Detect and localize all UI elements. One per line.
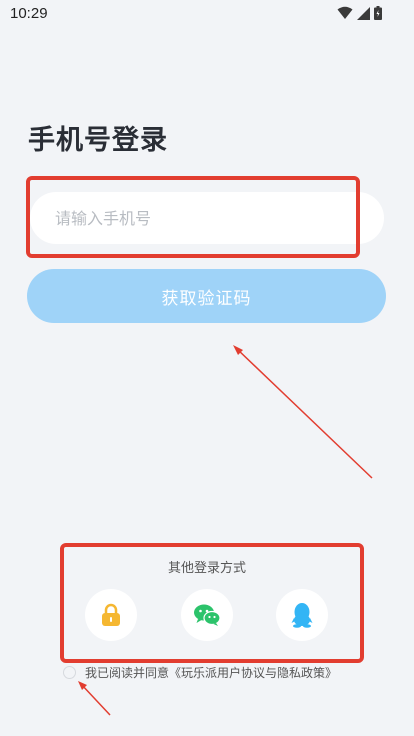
lock-icon	[102, 603, 120, 626]
other-login-title: 其他登录方式	[167, 561, 246, 576]
annotation-arrowhead-lower	[78, 681, 87, 690]
qq-login-button[interactable]	[276, 589, 328, 641]
annotation-arrow-upper	[235, 347, 373, 479]
wechat-login-button[interactable]	[181, 589, 233, 641]
status-bar: 10:29	[0, 0, 414, 28]
signal-icon	[357, 6, 370, 20]
annotation-arrowhead-upper	[233, 345, 243, 355]
lock-login-button[interactable]	[85, 589, 137, 641]
status-icons	[337, 6, 382, 20]
get-code-button[interactable]: 获取验证码	[27, 269, 386, 323]
wifi-icon	[337, 6, 353, 19]
agreement-text[interactable]: 我已阅读并同意《玩乐派用户协议与隐私政策》	[85, 664, 337, 681]
status-time: 10:29	[10, 5, 48, 22]
wechat-icon	[194, 604, 221, 626]
page-title: 手机号登录	[28, 125, 168, 156]
phone-input[interactable]	[30, 192, 384, 244]
qq-icon	[291, 603, 313, 628]
battery-icon	[374, 6, 382, 20]
annotation-arrow-lower	[80, 683, 111, 716]
agreement-checkbox[interactable]	[63, 666, 76, 679]
